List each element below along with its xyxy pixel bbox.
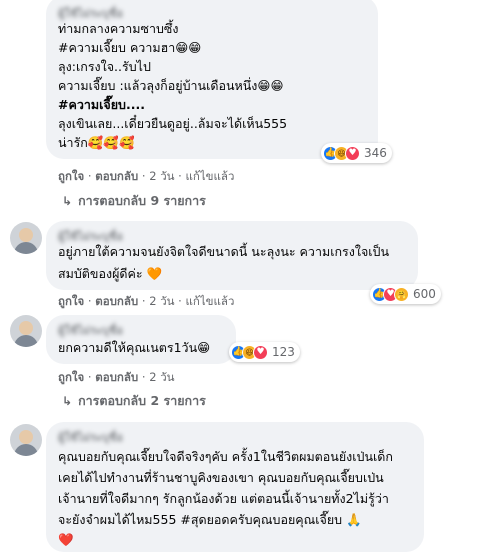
comment-text-line: อยู่ภายใต้ความจนยังจิตใจดีขนาดนี้ นะลุงน… xyxy=(58,244,390,259)
reply-arrow-icon: ↳ xyxy=(62,194,73,208)
comment-text-line: ยกความดีให้คุณเนตร1วัน😁 xyxy=(58,340,211,355)
comment-bubble: ผู้ใช้ไม่ระบุชื่อ ท่ามกลางความซาบซึ้ง #ค… xyxy=(46,0,378,159)
comment-actions: ถูกใจ · ตอบกลับ · 2 วัน · แก้ไขแล้ว xyxy=(58,294,235,308)
comment-text-line: #ความเจี๊ยบ ความฮา😁😁 xyxy=(58,40,202,55)
comment-text-line: #ความเจี๊ยบ.... xyxy=(58,97,145,112)
comment-text-line: ลุง:เกรงใจ..รับไป xyxy=(58,59,151,74)
reaction-summary[interactable]: 👍 ♥ 🤗 600 xyxy=(370,284,441,304)
comment-timestamp[interactable]: 2 วัน xyxy=(149,294,174,308)
view-replies-link[interactable]: ↳ การตอบกลับ 2 รายการ xyxy=(62,391,206,411)
comment-timestamp[interactable]: 2 วัน xyxy=(149,169,174,183)
comment-text-line: เคยได้ไปทำงานที่ร้านชาบูคิงของเขา คุณบอย… xyxy=(58,470,384,485)
comment-text-line: สมบัติของผู้ดีค่ะ 🧡 xyxy=(58,266,163,281)
comment-timestamp[interactable]: 2 วัน xyxy=(149,370,174,384)
reply-action[interactable]: ตอบกลับ xyxy=(95,169,138,183)
love-icon: ♥ xyxy=(253,344,268,360)
comment-author[interactable]: ผู้ใช้ไม่ระบุชื่อ xyxy=(58,321,123,339)
comment-actions: ถูกใจ · ตอบกลับ · 2 วัน · แก้ไขแล้ว xyxy=(58,169,235,183)
comment-text-line: ลุงเขินเลย...เดี๋ยวยืนดูอยู่..ล้มจะได้เห… xyxy=(58,116,288,131)
reaction-count: 346 xyxy=(364,146,387,160)
comment-text-line: ❤️ xyxy=(58,532,74,547)
reaction-summary[interactable]: 👍 😆 ♥ 123 xyxy=(229,342,300,362)
comment-bubble: ผู้ใช้ไม่ระบุชื่อ ยกความดีให้คุณเนตร1วัน… xyxy=(46,315,236,364)
like-action[interactable]: ถูกใจ xyxy=(58,370,84,384)
comment-text-line: ท่ามกลางความซาบซึ้ง xyxy=(58,21,179,36)
replies-label: การตอบกลับ 9 รายการ xyxy=(78,193,206,208)
comment-bubble: ผู้ใช้ไม่ระบุชื่อ อยู่ภายใต้ความจนยังจิต… xyxy=(46,221,418,290)
care-icon: 🤗 xyxy=(394,286,409,302)
like-action[interactable]: ถูกใจ xyxy=(58,169,84,183)
reaction-count: 123 xyxy=(272,345,295,359)
love-icon: ♥ xyxy=(345,145,360,161)
like-action[interactable]: ถูกใจ xyxy=(58,294,84,308)
comment-bubble: ผู้ใช้ไม่ระบุชื่อ คุณบอยกับคุณเจี๊ยบใจดี… xyxy=(46,422,424,552)
reaction-count: 600 xyxy=(413,287,436,301)
comment-text-line: เจ้านายที่ใจดีมากๆ รักลูกน้องด้วย แต่ตอน… xyxy=(58,491,389,506)
replies-label: การตอบกลับ 2 รายการ xyxy=(78,393,206,408)
edited-label: แก้ไขแล้ว xyxy=(185,169,235,183)
comment-text-line: น่ารัก🥰🥰🥰 xyxy=(58,135,135,150)
comment-author[interactable]: ผู้ใช้ไม่ระบุชื่อ xyxy=(58,428,123,446)
reply-action[interactable]: ตอบกลับ xyxy=(95,294,138,308)
comment-text-line: คุณบอยกับคุณเจี๊ยบใจดีจริงๆคับ ครั้ง1ในช… xyxy=(58,449,393,464)
comment-actions: ถูกใจ · ตอบกลับ · 2 วัน xyxy=(58,370,175,384)
comment-text-line: ความเจี๊ยบ :แล้วลุงก็อยู่บ้านเดือนหนึ่ง😁… xyxy=(58,78,284,93)
avatar[interactable] xyxy=(10,315,42,347)
view-replies-link[interactable]: ↳ การตอบกลับ 9 รายการ xyxy=(62,191,206,211)
avatar[interactable] xyxy=(10,424,42,456)
reply-arrow-icon: ↳ xyxy=(62,394,73,408)
reply-action[interactable]: ตอบกลับ xyxy=(95,370,138,384)
reaction-summary[interactable]: 👍 😆 ♥ 346 xyxy=(321,143,392,163)
avatar[interactable] xyxy=(10,222,42,254)
edited-label: แก้ไขแล้ว xyxy=(185,294,235,308)
comment-text-line: จะยังจำผมได้ไหม555 #สุดยอดครับคุณบอยคุณเ… xyxy=(58,512,362,527)
